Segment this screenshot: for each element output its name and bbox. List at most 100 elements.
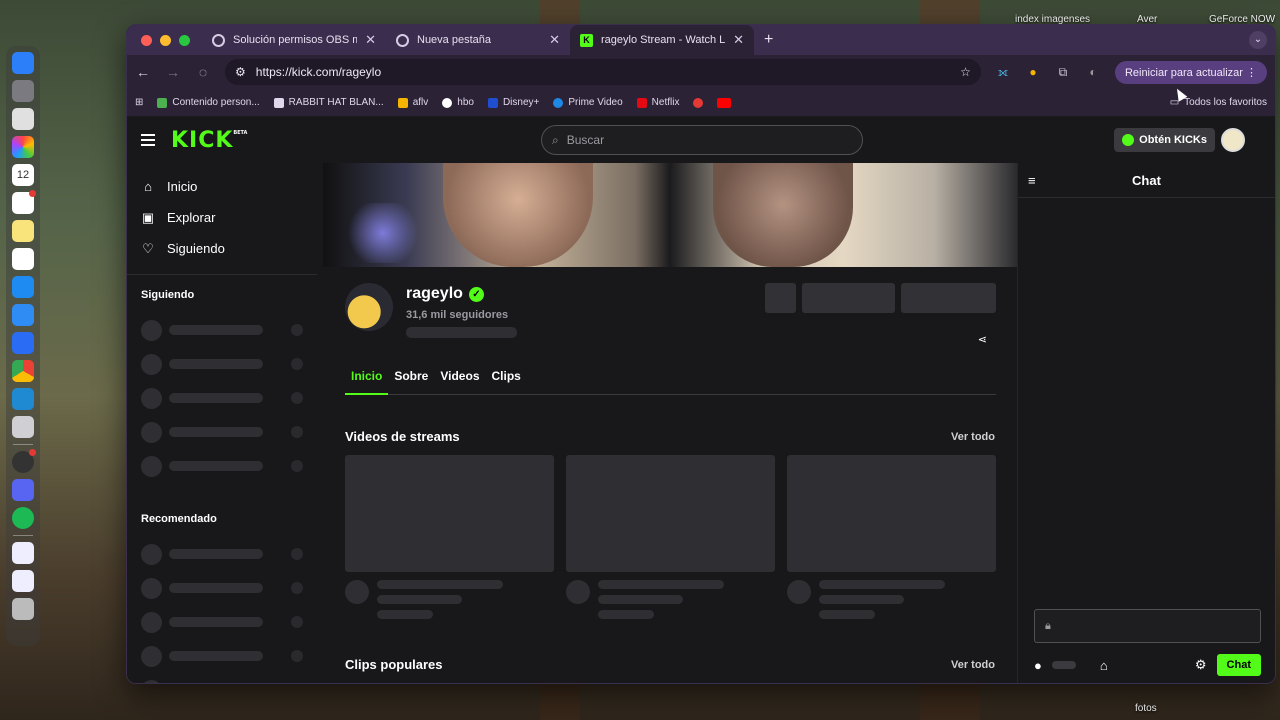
reminders-icon[interactable] xyxy=(12,190,36,214)
menu-icon[interactable] xyxy=(141,134,155,146)
tab-sobre[interactable]: Sobre xyxy=(388,363,434,395)
bookmark-item[interactable]: Contenido person... xyxy=(157,97,260,108)
safari-icon[interactable] xyxy=(12,304,34,326)
see-all-link[interactable]: Ver todo xyxy=(951,659,995,671)
sidebar: ⌂ Inicio ▣ Explorar ♡ Siguiendo Siguiendo R… xyxy=(127,163,317,683)
url-text[interactable]: https://kick.com/rageylo xyxy=(256,65,950,79)
openai-icon xyxy=(212,33,225,47)
close-icon[interactable]: ✕ xyxy=(365,32,376,48)
gear-icon[interactable]: ⚙ xyxy=(1195,657,1207,673)
system-settings-icon[interactable] xyxy=(12,80,34,102)
browser-tab[interactable]: Nueva pestaña ✕ xyxy=(386,25,570,55)
desktop-file-label[interactable]: fotos xyxy=(1135,703,1157,714)
bookmark-label: Contenido person... xyxy=(172,97,260,108)
calendar-icon[interactable]: 12 xyxy=(12,164,34,186)
maximize-window-button[interactable] xyxy=(179,34,190,46)
all-bookmarks-folder[interactable]: ▭ Todos los favoritos xyxy=(1170,97,1267,108)
bookmark-item[interactable] xyxy=(693,97,704,108)
bookmark-favicon xyxy=(157,97,168,108)
close-icon[interactable]: ✕ xyxy=(733,32,744,48)
apps-grid-icon[interactable]: ⊞ xyxy=(135,97,143,108)
browser-tab-active[interactable]: K rageylo Stream - Watch Live on Kick ✕ xyxy=(570,25,754,55)
see-all-link[interactable]: Ver todo xyxy=(951,431,995,443)
bookmark-favicon xyxy=(397,97,408,108)
logo-text: KICK xyxy=(171,127,234,153)
share-icon[interactable]: ⋖ xyxy=(978,333,987,346)
bookmark-item[interactable]: aflv xyxy=(397,97,429,108)
discord-icon[interactable] xyxy=(12,479,34,501)
bookmark-item[interactable]: hbo xyxy=(442,97,474,108)
forward-icon[interactable]: → xyxy=(165,64,181,80)
bookmark-label: aflv xyxy=(412,97,429,108)
trash-icon[interactable] xyxy=(12,598,34,620)
send-chat-button[interactable]: Chat xyxy=(1216,654,1261,676)
bookmark-star-icon[interactable]: ☆ xyxy=(960,65,971,79)
activity-monitor-icon[interactable] xyxy=(12,449,36,473)
chat-title: Chat xyxy=(1132,172,1161,188)
roblox-icon[interactable] xyxy=(12,332,34,354)
bookmark-item[interactable]: Prime Video xyxy=(553,97,623,108)
document-icon[interactable] xyxy=(12,542,34,564)
close-icon[interactable]: ✕ xyxy=(549,32,560,48)
dock-separator xyxy=(13,535,33,536)
sidebar-item-siguiendo[interactable]: ♡ Siguiendo xyxy=(141,233,303,264)
channel-name: rageylo ✓ xyxy=(406,285,484,303)
bookmark-item[interactable]: Disney+ xyxy=(487,97,540,108)
chrome-icon[interactable] xyxy=(12,360,34,382)
close-window-button[interactable] xyxy=(141,34,152,46)
phone-mirror-icon[interactable] xyxy=(12,416,34,438)
back-icon[interactable]: ← xyxy=(135,64,151,80)
search-placeholder: Buscar xyxy=(566,133,605,147)
site-info-icon[interactable]: ⚙ xyxy=(235,65,246,79)
collapse-chat-icon[interactable]: ≡ xyxy=(1028,173,1036,188)
youtube-bookmark[interactable] xyxy=(717,97,732,108)
extensions-puzzle-icon[interactable]: ⧉ xyxy=(1055,64,1071,80)
stop-loading-icon[interactable]: ◌ xyxy=(195,64,211,80)
document-icon-2[interactable] xyxy=(12,570,34,592)
kick-page: KICK BETA ⌕ Buscar Obtén KICKs ⌂ Inicio ▣ E… xyxy=(127,117,1275,683)
bookmark-favicon xyxy=(693,97,704,108)
address-bar[interactable]: ⚙ https://kick.com/rageylo ☆ xyxy=(225,59,981,85)
vscode-icon[interactable] xyxy=(12,388,34,410)
minimize-window-button[interactable] xyxy=(160,34,171,46)
search-input[interactable]: ⌕ Buscar xyxy=(541,125,863,155)
restart-update-button[interactable]: Reiniciar para actualizar ⋮ xyxy=(1114,60,1267,84)
get-kicks-button[interactable]: Obtén KICKs xyxy=(1114,128,1215,152)
app-store-icon[interactable] xyxy=(12,276,34,298)
avatar[interactable] xyxy=(1221,128,1245,152)
notes-icon[interactable] xyxy=(12,220,34,242)
tab-clips[interactable]: Clips xyxy=(486,363,527,395)
spotify-icon[interactable] xyxy=(12,507,34,529)
finder-icon[interactable] xyxy=(12,52,34,74)
follower-count: 31,6 mil seguidores xyxy=(406,309,509,321)
translate-extension-icon[interactable]: ⟗ xyxy=(995,64,1011,80)
sidebar-item-explorar[interactable]: ▣ Explorar xyxy=(141,202,303,233)
store-icon[interactable]: ⌂ xyxy=(1100,658,1108,673)
chat-input[interactable]: 🔒︎ xyxy=(1034,609,1261,643)
extension-icon[interactable]: ● xyxy=(1025,64,1041,80)
new-tab-button[interactable]: + xyxy=(764,31,773,49)
sidebar-item-label: Siguiendo xyxy=(167,241,225,256)
launchpad-icon[interactable] xyxy=(12,108,34,130)
sidebar-item-inicio[interactable]: ⌂ Inicio xyxy=(141,171,303,202)
bookmark-label: Netflix xyxy=(651,97,680,108)
tab-search-button[interactable]: ⌄ xyxy=(1249,31,1267,49)
kick-header: KICK BETA ⌕ Buscar Obtén KICKs xyxy=(127,117,1275,163)
bookmark-item[interactable]: RABBIT HAT BLAN... xyxy=(273,97,384,108)
browser-tab[interactable]: Solución permisos OBS macOS ✕ xyxy=(202,25,386,55)
freeform-icon[interactable] xyxy=(12,248,34,270)
channel-banner xyxy=(323,163,1017,267)
home-icon: ⌂ xyxy=(144,179,152,194)
profile-avatar-icon[interactable]: ◐ xyxy=(1085,64,1101,80)
kick-logo[interactable]: KICK BETA xyxy=(171,127,247,153)
bookmark-item[interactable]: Netflix xyxy=(636,97,680,108)
tab-inicio[interactable]: Inicio xyxy=(345,363,389,395)
dock: 12 xyxy=(6,46,40,646)
points-icon[interactable]: ● xyxy=(1034,658,1042,673)
channel-avatar[interactable] xyxy=(345,283,393,331)
skeleton-channel xyxy=(141,571,303,605)
bookmark-label: Disney+ xyxy=(502,97,540,108)
channel-name-text: rageylo xyxy=(406,285,463,302)
tab-videos[interactable]: Videos xyxy=(434,363,485,395)
photos-icon[interactable] xyxy=(12,136,34,158)
